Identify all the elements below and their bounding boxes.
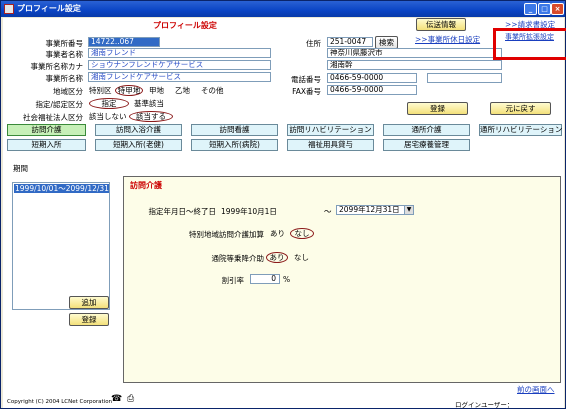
transport-option-no[interactable]: なし bbox=[294, 253, 309, 262]
tab-welfare-equipment[interactable]: 福祉用具貸与 bbox=[287, 139, 374, 151]
designation-label: 指定/認定区分 bbox=[35, 100, 83, 109]
close-button[interactable]: × bbox=[551, 3, 564, 15]
copyright-text: Copyright (C) 2004 LCNet Corporation bbox=[7, 399, 113, 405]
list-item[interactable]: 1999/10/01～2099/12/31 bbox=[14, 184, 109, 193]
discount-unit: % bbox=[283, 275, 291, 284]
transport-label: 通院等乗降介助 bbox=[211, 254, 265, 263]
add-period-button[interactable]: 追加 bbox=[69, 296, 109, 309]
printer-icon: ⎙ bbox=[127, 394, 135, 404]
period-label: 期間 bbox=[13, 164, 28, 173]
app-window: プロフィール設定 _ □ × プロフィール設定 事業所番号 14722..067… bbox=[0, 0, 566, 409]
tab-home-care[interactable]: 訪問介護 bbox=[7, 124, 86, 136]
discount-field[interactable]: 0 bbox=[250, 274, 280, 284]
area-option-kouchi[interactable]: 甲地 bbox=[149, 86, 164, 95]
phone-extra-field[interactable] bbox=[427, 73, 502, 83]
special-area-label: 特別地域訪問介護加算 bbox=[189, 230, 264, 239]
start-date: 1999年10月1日 bbox=[221, 207, 277, 216]
tab-bathing[interactable]: 訪問入浴介護 bbox=[95, 124, 182, 136]
fax-field[interactable]: 0466-59-0000 bbox=[327, 85, 417, 95]
area-label: 地域区分 bbox=[53, 87, 83, 96]
address-line2-field[interactable]: 湘南幹 bbox=[327, 60, 502, 70]
special-area-option-yes[interactable]: あり bbox=[270, 229, 285, 238]
office-no-label: 事業所番号 bbox=[45, 39, 84, 48]
phone-icon: ☎ bbox=[111, 394, 123, 404]
minimize-button[interactable]: _ bbox=[524, 3, 537, 15]
address-label: 住所 bbox=[306, 39, 321, 48]
area-option-other[interactable]: その他 bbox=[201, 86, 224, 95]
tab-nursing[interactable]: 訪問看護 bbox=[191, 124, 278, 136]
tab-short-stay[interactable]: 短期入所 bbox=[7, 139, 86, 151]
welfare-label: 社会福祉法人区分 bbox=[23, 113, 83, 122]
revert-button[interactable]: 元に戻す bbox=[490, 102, 551, 115]
office-owner-label: 事業者名称 bbox=[45, 50, 84, 59]
highlight-box bbox=[493, 28, 566, 60]
maximize-button[interactable]: □ bbox=[538, 3, 551, 15]
tab-home-rehab[interactable]: 訪問リハビリテーション bbox=[287, 124, 374, 136]
period-list[interactable]: 1999/10/01～2099/12/31 bbox=[12, 182, 110, 310]
detail-panel: 訪問介護 指定年月日～終了日 1999年10月1日 ～ 2099年12月31日 … bbox=[123, 176, 561, 383]
office-name-field[interactable]: 湘南フレンドケアサービス bbox=[88, 72, 271, 82]
tab-short-stay-hospital[interactable]: 短期入所(病院) bbox=[191, 139, 278, 151]
chevron-down-icon[interactable]: ▼ bbox=[404, 206, 413, 214]
client-area: プロフィール設定 事業所番号 14722..067 事業者名称 湘南フレンド 事… bbox=[3, 18, 566, 409]
phone-label: 電話番号 bbox=[291, 75, 321, 84]
area-option-special-ward[interactable]: 特別区 bbox=[89, 86, 112, 95]
previous-screen-link[interactable]: 前の画面へ bbox=[517, 384, 555, 395]
transport-option-yes[interactable]: あり bbox=[266, 252, 288, 263]
designation-option-standard[interactable]: 基準該当 bbox=[134, 99, 164, 108]
end-date-select[interactable]: 2099年12月31日 bbox=[336, 205, 414, 215]
detail-title: 訪問介護 bbox=[130, 181, 162, 190]
date-range-label: 指定年月日～終了日 bbox=[148, 207, 217, 216]
login-user-label: ログインユーザー： bbox=[455, 401, 514, 409]
register-button[interactable]: 登録 bbox=[407, 102, 468, 115]
address-line1-field[interactable]: 神奈川県藤沢市 bbox=[327, 48, 502, 58]
fax-label: FAX番号 bbox=[292, 87, 321, 96]
postal-field[interactable]: 251-0047 bbox=[327, 37, 373, 47]
welfare-option-not-applicable[interactable]: 該当しない bbox=[89, 112, 127, 121]
tab-day-care[interactable]: 通所介護 bbox=[383, 124, 470, 136]
designation-option-designated[interactable]: 指定 bbox=[89, 98, 129, 109]
area-option-tokkouchi[interactable]: 特甲地 bbox=[115, 85, 143, 96]
office-kana-label: 事業所名称カナ bbox=[30, 62, 84, 71]
tab-short-stay-elderly[interactable]: 短期入所(老健) bbox=[95, 139, 182, 151]
phone-field[interactable]: 0466-59-0000 bbox=[327, 73, 417, 83]
section-title: プロフィール設定 bbox=[153, 21, 217, 30]
area-option-otsuchi[interactable]: 乙地 bbox=[175, 86, 190, 95]
tab-home-medical[interactable]: 居宅療養管理 bbox=[383, 139, 470, 151]
window-title: プロフィール設定 bbox=[17, 4, 81, 13]
office-no-field[interactable]: 14722..067 bbox=[88, 37, 160, 47]
office-owner-field[interactable]: 湘南フレンド bbox=[88, 48, 271, 58]
title-bar: プロフィール設定 _ □ × bbox=[1, 1, 565, 17]
welfare-option-applicable[interactable]: 該当する bbox=[129, 111, 173, 122]
office-kana-field[interactable]: ショウナンフレンドケアサービス bbox=[88, 60, 271, 70]
special-area-option-no[interactable]: なし bbox=[290, 228, 314, 239]
register-period-button[interactable]: 登録 bbox=[69, 313, 109, 326]
tab-day-rehab[interactable]: 通所リハビリテーション bbox=[479, 124, 562, 136]
tilde: ～ bbox=[324, 207, 332, 216]
app-icon bbox=[4, 4, 14, 14]
office-name-label: 事業所名称 bbox=[45, 74, 84, 83]
holiday-settings-link[interactable]: >>事業所休日設定 bbox=[415, 34, 480, 45]
discount-label: 割引率 bbox=[221, 276, 245, 285]
transmit-info-button[interactable]: 伝送情報 bbox=[416, 18, 466, 31]
